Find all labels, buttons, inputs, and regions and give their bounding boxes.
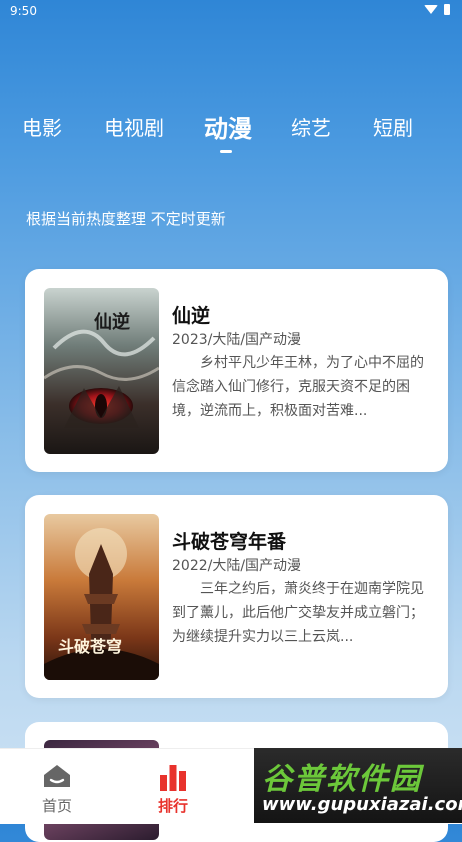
poster-title-text: 斗破苍穹 — [58, 637, 122, 656]
anime-card[interactable]: 仙逆 仙逆 2023/大陆/国产动漫 乡村平凡少年王林，为了心中不屈的信念踏入仙… — [25, 269, 448, 472]
tab-variety[interactable]: 综艺 — [291, 112, 331, 141]
card-title: 斗破苍穹年番 — [172, 531, 287, 553]
tab-movie[interactable]: 电影 — [22, 112, 62, 141]
status-icons — [424, 4, 450, 15]
card-description-text: 乡村平凡少年王林，为了心中不屈的信念踏入仙门修行，克服天资不足的困境，逆流而上，… — [172, 355, 424, 419]
card-description-text: 三年之约后，萧炎终于在迦南学院见到了薰儿，此后他广交挚友并成立磐门；为继续提升实… — [172, 581, 424, 645]
tab-tv-series[interactable]: 电视剧 — [104, 112, 164, 141]
status-time: 9:50 — [10, 4, 37, 18]
active-tab-indicator — [220, 150, 232, 153]
card-title: 仙逆 — [172, 305, 211, 327]
nav-ranking[interactable]: 排行 — [133, 749, 213, 824]
tab-anime[interactable]: 动漫 — [204, 109, 252, 144]
card-description: 乡村平凡少年王林，为了心中不屈的信念踏入仙门修行，克服天资不足的困境，逆流而上，… — [172, 351, 432, 423]
home-icon — [42, 763, 72, 793]
category-tabs: 电影 电视剧 动漫 综艺 短剧 — [0, 109, 462, 153]
poster-image: 斗破苍穹 — [44, 514, 159, 680]
card-meta: 2023/大陆/国产动漫 — [172, 332, 302, 348]
watermark-url-text: www.gupuxiazai.com — [262, 794, 462, 815]
nav-home[interactable]: 首页 — [17, 749, 97, 824]
poster-image: 仙逆 — [44, 288, 159, 454]
nav-home-label: 首页 — [41, 797, 72, 815]
anime-card[interactable]: 斗破苍穹 斗破苍穹年番 2022/大陆/国产动漫 三年之约后，萧炎终于在迦南学院… — [25, 495, 448, 698]
status-bar: 9:50 — [0, 0, 462, 22]
ranking-icon — [158, 763, 188, 795]
watermark-main-text: 谷普软件园 — [262, 762, 422, 797]
poster-title-text: 仙逆 — [94, 311, 130, 333]
nav-ranking-label: 排行 — [157, 797, 188, 815]
ranking-subtitle: 根据当前热度整理 不定时更新 — [26, 210, 226, 228]
watermark-logo: 谷普软件园 www.gupuxiazai.com — [254, 748, 462, 823]
battery-icon — [444, 4, 450, 15]
card-meta: 2022/大陆/国产动漫 — [172, 558, 302, 574]
tab-short-drama[interactable]: 短剧 — [373, 112, 413, 141]
wifi-icon — [424, 5, 438, 14]
card-description: 三年之约后，萧炎终于在迦南学院见到了薰儿，此后他广交挚友并成立磐门；为继续提升实… — [172, 577, 432, 649]
